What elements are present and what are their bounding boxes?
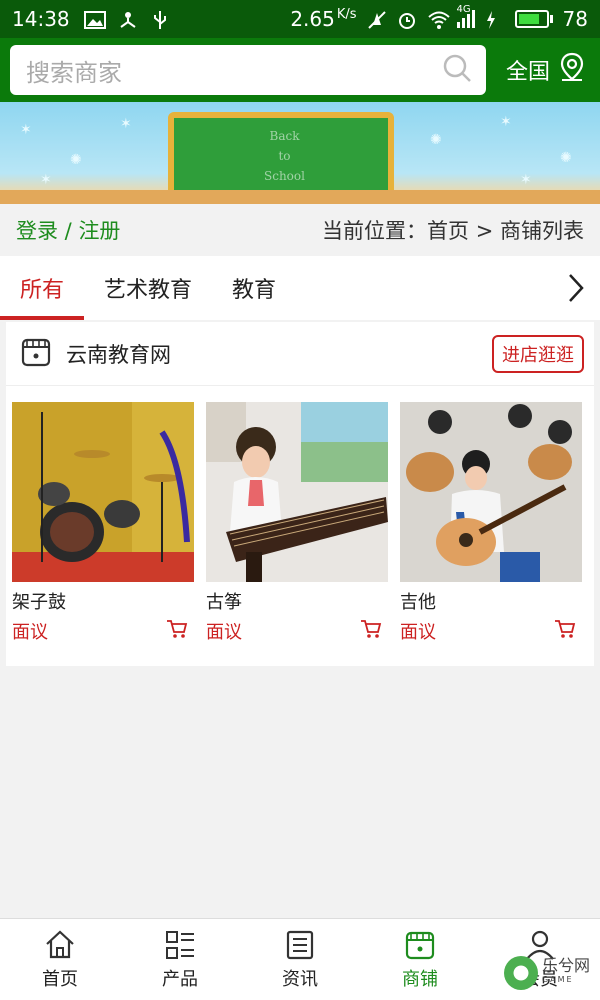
product-name: 古筝 xyxy=(206,592,242,613)
status-bar: 14:38 2.65 K/s 4G 78 xyxy=(0,0,600,38)
usb-icon xyxy=(152,10,172,29)
alarm-icon xyxy=(397,10,417,29)
shop-header: 云南教育网 进店逛逛 xyxy=(6,322,594,386)
auth-separator: / xyxy=(58,219,79,243)
news-icon xyxy=(286,930,314,960)
tab-art-education[interactable]: 艺术教育 xyxy=(84,256,212,320)
product-list-icon xyxy=(166,931,194,959)
search-input[interactable]: 搜索商家 xyxy=(10,45,486,95)
product-name: 吉他 xyxy=(400,592,436,613)
network-speed-unit: K/s xyxy=(336,7,357,23)
search-icon[interactable] xyxy=(442,53,472,87)
product-price: 面议 xyxy=(400,622,436,643)
charging-icon xyxy=(485,10,505,29)
status-time: 14:38 xyxy=(12,7,70,31)
nav-home-label: 首页 xyxy=(42,969,78,990)
shop-icon xyxy=(405,931,435,960)
nav-news[interactable]: 资讯 xyxy=(240,919,360,1000)
nav-home[interactable]: 首页 xyxy=(0,919,120,1000)
nav-news-label: 资讯 xyxy=(282,969,318,990)
auth-links: 登录 / 注册 xyxy=(16,215,120,245)
product-price: 面议 xyxy=(206,622,242,643)
category-tabs: 所有 艺术教育 教育 xyxy=(0,256,600,320)
product-list: 架子鼓 面议 古筝 面议 吉他 面议 xyxy=(6,386,594,644)
header: 搜索商家 全国 xyxy=(0,38,600,102)
image-icon xyxy=(83,10,106,29)
tab-all[interactable]: 所有 xyxy=(0,256,85,320)
shop-card: 云南教育网 进店逛逛 架子鼓 面议 古筝 面议 吉他 面议 xyxy=(6,322,594,666)
location-pin-icon xyxy=(558,52,586,88)
battery-level: 78 xyxy=(562,7,588,31)
network-type: 4G xyxy=(456,4,471,15)
product-card[interactable]: 架子鼓 面议 xyxy=(12,402,194,644)
nav-products-label: 产品 xyxy=(162,969,198,990)
chevron-right-icon[interactable] xyxy=(552,256,600,320)
product-name: 架子鼓 xyxy=(12,592,66,613)
region-label: 全国 xyxy=(505,60,550,85)
banner-line-3: School xyxy=(264,169,305,183)
product-image-guzheng[interactable] xyxy=(206,402,388,582)
network-speed-value: 2.65 xyxy=(290,7,335,31)
banner-line-2: to xyxy=(278,149,291,163)
product-image-drums[interactable] xyxy=(12,402,194,582)
watermark-logo-icon xyxy=(503,956,538,990)
enter-shop-button[interactable]: 进店逛逛 xyxy=(492,334,584,373)
login-link[interactable]: 登录 xyxy=(16,219,58,243)
nav-shops[interactable]: 商铺 xyxy=(360,919,480,1000)
home-icon xyxy=(46,930,74,959)
register-link[interactable]: 注册 xyxy=(78,219,120,243)
usb-debug-icon xyxy=(118,10,138,28)
product-card[interactable]: 古筝 面议 xyxy=(206,402,388,644)
nav-shops-label: 商铺 xyxy=(402,969,438,990)
wifi-icon xyxy=(427,10,450,29)
breadcrumb-bar: 登录 / 注册 当前位置：首页 > 商铺列表 xyxy=(0,204,600,256)
nav-products[interactable]: 产品 xyxy=(120,919,240,1000)
cart-icon[interactable] xyxy=(166,619,188,643)
breadcrumb: 当前位置：首页 > 商铺列表 xyxy=(322,219,584,243)
tab-education[interactable]: 教育 xyxy=(212,256,296,320)
network-speed: 2.65 K/s xyxy=(290,7,356,31)
product-price: 面议 xyxy=(12,622,48,643)
banner-line-1: Back xyxy=(269,129,300,143)
cart-icon[interactable] xyxy=(554,619,576,643)
watermark-sub: GAME xyxy=(541,975,574,984)
promo-banner[interactable]: ✶ ✺ ✶ ✺ ✶ ✺ ✶ ✶ Back to School xyxy=(0,102,600,204)
chalkboard-illustration: Back to School xyxy=(168,112,394,196)
battery-icon xyxy=(514,10,553,28)
battery-fill xyxy=(518,14,539,24)
watermark-text: 乐兮网 xyxy=(541,956,590,975)
signal-icon: 4G xyxy=(456,4,475,28)
product-card[interactable]: 吉他 面议 xyxy=(400,402,582,644)
watermark: 乐兮网 GAME xyxy=(503,956,590,990)
product-image-guitar[interactable] xyxy=(400,402,582,582)
search-placeholder: 搜索商家 xyxy=(26,58,122,87)
storefront-icon xyxy=(20,336,52,372)
cart-icon[interactable] xyxy=(360,619,382,643)
region-selector[interactable]: 全国 xyxy=(506,52,590,88)
mute-icon xyxy=(367,10,387,29)
shop-name[interactable]: 云南教育网 xyxy=(66,339,171,369)
